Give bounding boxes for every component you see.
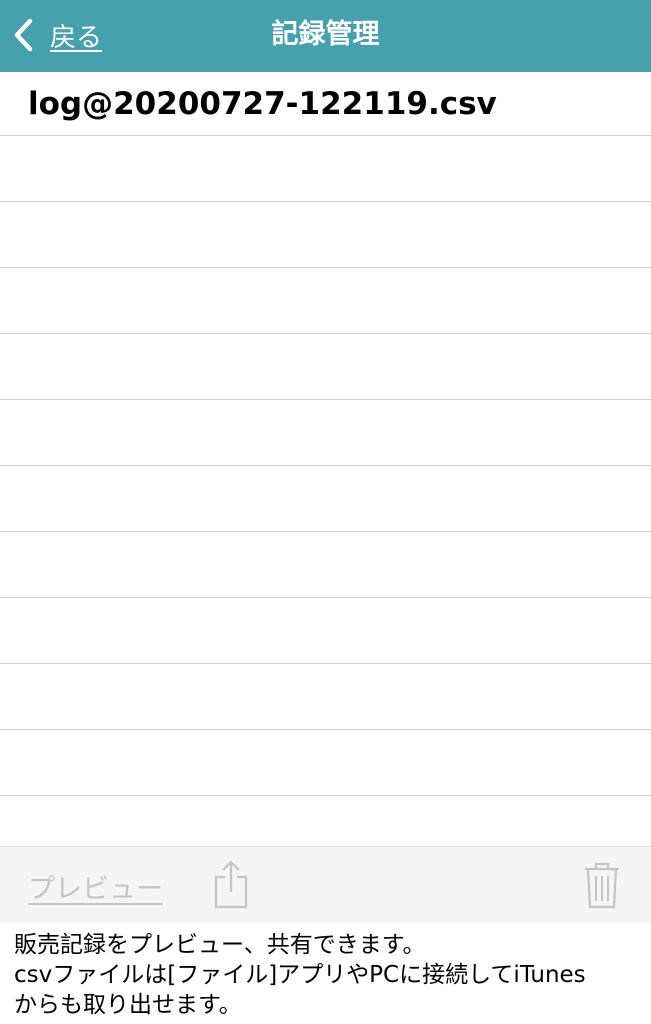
navigation-bar: 戻る 記録管理: [0, 0, 651, 72]
file-name: log@20200727-122119.csv: [28, 85, 497, 122]
trash-icon[interactable]: [583, 861, 621, 909]
description-line: からも取り出せます。: [14, 992, 242, 1018]
description-text: 販売記録をプレビュー、共有できます。 csvファイルは[ファイル]アプリやPCに…: [14, 930, 644, 1020]
list-item: [0, 202, 651, 268]
list-item: [0, 598, 651, 664]
page-title: 記録管理: [271, 19, 380, 50]
description-line: 販売記録をプレビュー、共有できます。: [14, 932, 426, 958]
file-list: log@20200727-122119.csv: [0, 72, 651, 846]
list-item: [0, 268, 651, 334]
description-line: csvファイルは[ファイル]アプリやPCに接続してiTunes: [14, 962, 586, 988]
list-item: [0, 400, 651, 466]
list-item: [0, 136, 651, 202]
list-item: [0, 466, 651, 532]
list-item: [0, 664, 651, 730]
share-icon[interactable]: [212, 860, 250, 910]
record-management-screen: 戻る 記録管理 log@20200727-122119.csv プレビュー 販売…: [0, 0, 651, 1024]
bottom-toolbar: プレビュー: [0, 846, 651, 923]
preview-button[interactable]: プレビュー: [28, 867, 163, 906]
list-item: [0, 730, 651, 796]
list-item: [0, 796, 651, 846]
list-item: [0, 532, 651, 598]
list-item[interactable]: log@20200727-122119.csv: [0, 72, 651, 136]
list-item: [0, 334, 651, 400]
